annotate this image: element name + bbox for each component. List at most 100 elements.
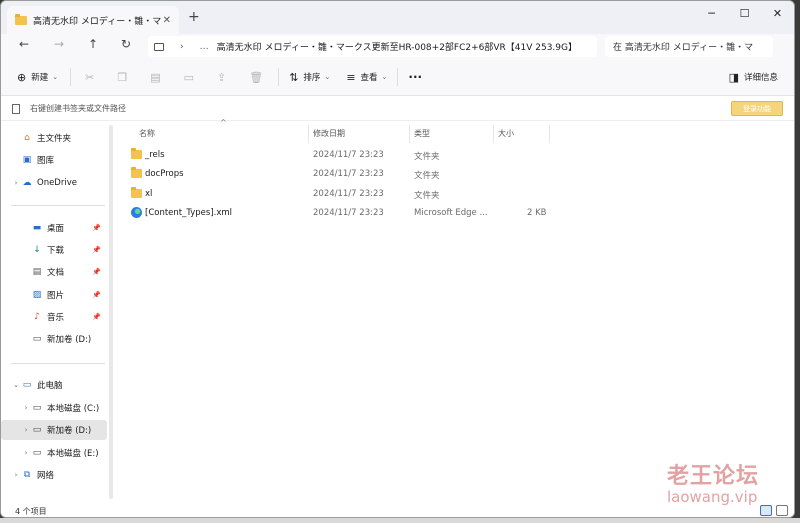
- picture-icon: ▨: [32, 290, 42, 300]
- sidebar-item-music[interactable]: ♪ 音乐 📌: [1, 307, 107, 327]
- sidebar-item-label: 下载: [47, 246, 65, 256]
- file-row[interactable]: xl 2024/11/7 23:23 文件夹: [117, 185, 794, 204]
- column-header-date[interactable]: 修改日期: [313, 126, 345, 142]
- file-row[interactable]: [Content_Types].xml 2024/11/7 23:23 Micr…: [117, 204, 794, 223]
- folder-icon: [131, 167, 142, 178]
- sidebar-item-network[interactable]: › ⧉ 网络: [1, 465, 107, 485]
- paste-button[interactable]: ▤: [150, 71, 165, 84]
- column-divider[interactable]: [493, 125, 494, 143]
- sidebar-item-drive-d-selected[interactable]: › ▭ 新加卷 (D:): [1, 420, 107, 440]
- sidebar-item-pictures[interactable]: ▨ 图片 📌: [1, 285, 107, 305]
- delete-button[interactable]: 🗑: [249, 71, 268, 84]
- pin-icon[interactable]: 📌: [92, 313, 101, 321]
- sidebar-item-gallery[interactable]: ▣ 图库: [1, 150, 107, 170]
- refresh-button[interactable]: ↻: [117, 37, 135, 51]
- sidebar-item-documents[interactable]: ▤ 文档 📌: [1, 262, 107, 282]
- chevron-right-icon[interactable]: ›: [11, 471, 21, 479]
- details-view-icon[interactable]: [760, 505, 772, 516]
- view-button[interactable]: ≡ 查看 ⌄: [346, 71, 387, 84]
- tiles-view-icon[interactable]: [776, 505, 788, 516]
- toolbar-divider: [70, 68, 72, 86]
- column-header-type[interactable]: 类型: [414, 126, 430, 142]
- gallery-icon: ▣: [22, 155, 32, 165]
- pin-icon[interactable]: 📌: [92, 224, 101, 232]
- chevron-right-icon[interactable]: ›: [21, 404, 31, 412]
- minimize-button[interactable]: ─: [695, 1, 728, 25]
- chevron-down-icon[interactable]: ⌄: [11, 381, 21, 389]
- sidebar-divider: [11, 363, 105, 364]
- chevron-right-icon[interactable]: ›: [21, 426, 31, 434]
- file-name: [Content_Types].xml: [145, 208, 233, 218]
- sidebar-item-drive-e[interactable]: › ▭ 本地磁盘 (E:): [1, 443, 107, 463]
- watermark-text: 老王论坛: [667, 464, 760, 489]
- sidebar-item-drive-d[interactable]: ▭ 新加卷 (D:): [1, 329, 107, 349]
- sidebar-item-label: 主文件夹: [37, 134, 72, 144]
- tab-active[interactable]: 高清无水印 メロディー・雛・マ ✕: [7, 6, 179, 34]
- copy-button[interactable]: ❐: [117, 71, 132, 84]
- up-button[interactable]: ↑: [84, 37, 102, 51]
- forward-button[interactable]: →: [50, 37, 68, 51]
- column-divider[interactable]: [549, 125, 550, 143]
- plus-circle-icon: ⊕: [17, 70, 27, 84]
- file-size: 2 KB: [527, 208, 547, 218]
- file-row[interactable]: docProps 2024/11/7 23:23 文件夹: [117, 165, 794, 184]
- chevron-down-icon: ⌄: [52, 73, 59, 81]
- folder-icon: [131, 187, 142, 198]
- sidebar-item-label: 新加卷 (D:): [47, 335, 92, 345]
- chevron-right-icon[interactable]: ›: [180, 42, 184, 52]
- bookmark-icon: [12, 103, 20, 114]
- details-button[interactable]: ◨ 详细信息: [729, 71, 778, 84]
- sort-button[interactable]: ⇅ 排序 ⌄: [289, 71, 330, 84]
- copy-icon: ❐: [117, 70, 128, 84]
- window-controls: ─ ☐ ✕: [695, 1, 794, 25]
- chevron-right-icon[interactable]: ›: [11, 179, 21, 187]
- column-divider[interactable]: [308, 125, 309, 143]
- sidebar-item-downloads[interactable]: ↓ 下载 📌: [1, 240, 107, 260]
- breadcrumb-path[interactable]: 高清无水印 メロディー・雛・マークス更新至HR-008+2部FC2+6部VR【4…: [217, 40, 577, 53]
- tab-close-icon[interactable]: ✕: [163, 15, 171, 26]
- sidebar-item-drive-c[interactable]: › ▭ 本地磁盘 (C:): [1, 398, 107, 418]
- paste-icon: ▤: [150, 70, 161, 84]
- trash-icon: 🗑: [249, 70, 264, 84]
- pin-icon[interactable]: 📌: [92, 268, 101, 276]
- file-date: 2024/11/7 23:23: [313, 169, 384, 179]
- maximize-button[interactable]: ☐: [728, 1, 761, 25]
- search-input[interactable]: 在 高清无水印 メロディー・雛・マ: [605, 36, 773, 57]
- file-row[interactable]: _rels 2024/11/7 23:23 文件夹: [117, 146, 794, 165]
- bookmark-bar: 右键创建书签夹或文件路径 登录功能: [1, 97, 794, 121]
- view-label: 查看: [360, 73, 378, 83]
- sidebar-item-label: 桌面: [47, 224, 65, 234]
- item-count: 4 个项目: [15, 506, 47, 516]
- view-list-icon: ≡: [346, 70, 356, 84]
- more-options-button[interactable]: ···: [408, 70, 422, 84]
- file-date: 2024/11/7 23:23: [313, 189, 384, 199]
- sidebar-item-home[interactable]: ⌂ 主文件夹: [1, 128, 107, 148]
- new-label: 新建: [31, 73, 49, 83]
- sidebar-item-desktop[interactable]: ▬ 桌面 📌: [1, 218, 107, 238]
- sidebar-item-this-pc[interactable]: ⌄ ▭ 此电脑: [1, 375, 107, 395]
- sidebar-item-onedrive[interactable]: › ☁ OneDrive: [1, 173, 107, 193]
- pin-icon[interactable]: 📌: [92, 246, 101, 254]
- sidebar-item-label: 此电脑: [37, 381, 63, 391]
- new-tab-button[interactable]: +: [188, 9, 200, 25]
- desktop-icon: ▬: [32, 223, 42, 233]
- login-button[interactable]: 登录功能: [731, 101, 783, 116]
- share-button[interactable]: ⇪: [217, 71, 231, 84]
- music-icon: ♪: [34, 312, 40, 322]
- new-button[interactable]: ⊕ 新建 ⌄: [17, 71, 58, 84]
- cut-button[interactable]: ✂: [85, 71, 99, 84]
- sidebar-scrollbar[interactable]: [109, 125, 113, 499]
- drive-icon: ▭: [32, 403, 42, 413]
- breadcrumb-overflow[interactable]: …: [200, 42, 209, 52]
- chevron-right-icon[interactable]: ›: [21, 449, 31, 457]
- pin-icon[interactable]: 📌: [92, 291, 101, 299]
- column-divider[interactable]: [409, 125, 410, 143]
- column-header-name[interactable]: 名称: [139, 126, 155, 142]
- rename-button[interactable]: ▭: [184, 71, 199, 84]
- navigation-bar: ← → ↑ ↻ › … 高清无水印 メロディー・雛・マークス更新至HR-008+…: [1, 34, 794, 59]
- bookmark-hint: 右键创建书签夹或文件路径: [30, 104, 126, 113]
- back-button[interactable]: ←: [15, 37, 33, 51]
- column-header-size[interactable]: 大小: [498, 126, 514, 142]
- address-bar[interactable]: › … 高清无水印 メロディー・雛・マークス更新至HR-008+2部FC2+6部…: [148, 36, 597, 57]
- close-window-button[interactable]: ✕: [761, 1, 794, 25]
